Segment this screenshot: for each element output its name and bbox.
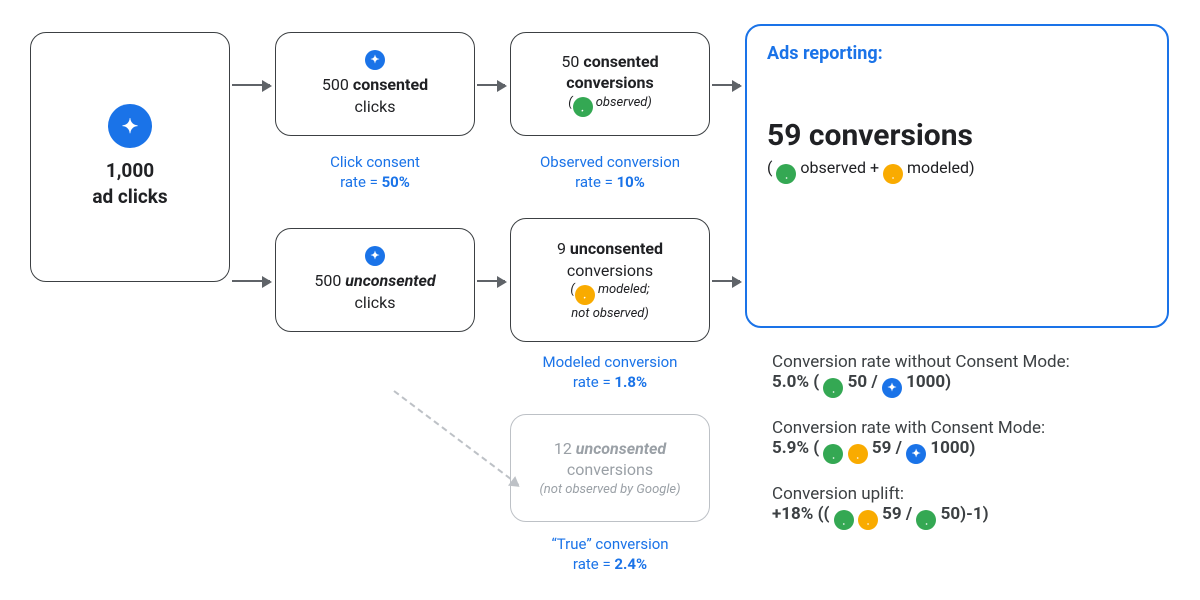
arrow-consented-conv-to-report <box>712 84 740 86</box>
ad-clicks-label: ad clicks <box>92 184 167 210</box>
stat-row2-label: Conversion rate with Consent Mode: <box>772 418 1172 438</box>
true-conv-label: conversions <box>567 459 653 481</box>
consented-conv-label: conversions <box>566 72 654 94</box>
caption-click-consent: Click consent rate = 50% <box>284 152 466 193</box>
caption-true: “True” conversion rate = 2.4% <box>512 534 708 575</box>
observed-icon: ܂ <box>834 510 854 530</box>
observed-icon: ܂ <box>823 378 843 398</box>
unconsented-conv-note2: not observed) <box>571 305 649 323</box>
arrow-start-to-unconsented <box>232 280 270 282</box>
caption-click-consent-v: 50% <box>382 173 410 191</box>
observed-icon: ܂ <box>573 97 593 117</box>
modeled-icon: ܂ <box>858 510 878 530</box>
caption-modeled: Modeled conversion rate = 1.8% <box>512 352 708 393</box>
ad-clicks-count: 1,000 <box>106 158 154 184</box>
click-icon: ✦ <box>906 444 926 464</box>
caption-modeled-v: 1.8% <box>614 373 647 391</box>
true-conv-note: (not observed by Google) <box>539 481 680 499</box>
unconsented-conv-count: 9 <box>557 239 566 258</box>
diagram-canvas: ✦ 1,000 ad clicks ✦ 500 consented clicks… <box>0 0 1200 600</box>
unconsented-conv-word: unconsented <box>570 239 663 258</box>
caption-observed-b: rate = <box>575 173 616 191</box>
consented-clicks-label: clicks <box>355 96 396 118</box>
caption-true-v: 2.4% <box>614 555 647 573</box>
unconsented-clicks-word: unconsented <box>345 271 435 290</box>
caption-observed: Observed conversion rate = 10% <box>512 152 708 193</box>
true-conv-count: 12 <box>554 439 572 458</box>
stat-row2-value: 5.9% ( ܂ ܂ 59 / ✦ 1000) <box>772 438 1172 464</box>
report-subline: ( ܂ observed + ܂ modeled) <box>767 157 975 184</box>
observed-icon: ܂ <box>823 444 843 464</box>
modeled-icon: ܂ <box>883 164 903 184</box>
caption-modeled-b: rate = <box>573 373 614 391</box>
observed-icon: ܂ <box>776 164 796 184</box>
arrow-unconsented-conv-to-report <box>712 280 740 282</box>
stat-row3-label: Conversion uplift: <box>772 484 1172 504</box>
node-consented-clicks: ✦ 500 consented clicks <box>275 32 475 136</box>
unconsented-conv-note: modeled; <box>598 282 650 297</box>
caption-observed-v: 10% <box>617 173 645 191</box>
stat-row1-value: 5.0% ( ܂ 50 / ✦ 1000) <box>772 372 1172 398</box>
node-unconsented-clicks: ✦ 500 unconsented clicks <box>275 228 475 332</box>
caption-click-consent-b: rate = <box>340 173 381 191</box>
node-ad-clicks: ✦ 1,000 ad clicks <box>30 32 230 282</box>
consented-conv-word: consented <box>583 52 658 71</box>
modeled-icon: ܂ <box>575 285 595 305</box>
observed-icon: ܂ <box>916 510 936 530</box>
consented-clicks-count: 500 <box>322 75 349 94</box>
report-headline: 59 conversions <box>767 116 973 157</box>
node-unconsented-conversions: 9 unconsented conversions (܂ modeled; no… <box>510 218 710 342</box>
consented-conv-count: 50 <box>561 52 579 71</box>
consented-conv-note: observed) <box>596 95 652 110</box>
arrow-unconsented-to-true <box>393 390 519 485</box>
unconsented-clicks-count: 500 <box>314 271 341 290</box>
caption-true-b: rate = <box>573 555 614 573</box>
click-icon: ✦ <box>108 104 152 148</box>
unconsented-conv-label: conversions <box>567 260 653 282</box>
unconsented-clicks-label: clicks <box>355 292 396 314</box>
panel-ads-reporting: Ads reporting: 59 conversions ( ܂ observ… <box>745 24 1169 328</box>
caption-observed-a: Observed conversion <box>512 152 708 172</box>
arrow-start-to-consented <box>232 84 270 86</box>
click-icon: ✦ <box>365 50 385 70</box>
caption-modeled-a: Modeled conversion <box>512 352 708 372</box>
stat-row1-label: Conversion rate without Consent Mode: <box>772 352 1172 372</box>
node-consented-conversions: 50 consented conversions (܂ observed) <box>510 32 710 136</box>
click-icon: ✦ <box>365 246 385 266</box>
click-icon: ✦ <box>882 378 902 398</box>
consented-clicks-word: consented <box>353 75 428 94</box>
true-conv-word: unconsented <box>576 439 666 458</box>
modeled-icon: ܂ <box>848 444 868 464</box>
report-title: Ads reporting: <box>767 42 883 66</box>
stat-row3-value: +18% (( ܂ ܂ 59 / ܂ 50)-1) <box>772 504 1172 530</box>
arrow-consented-clicks-to-conv <box>477 84 505 86</box>
arrow-unconsented-clicks-to-conv <box>477 280 505 282</box>
caption-true-a: “True” conversion <box>512 534 708 554</box>
caption-click-consent-a: Click consent <box>284 152 466 172</box>
node-true-conversions: 12 unconsented conversions (not observed… <box>510 414 710 522</box>
stats-block: Conversion rate without Consent Mode: 5.… <box>772 352 1172 550</box>
